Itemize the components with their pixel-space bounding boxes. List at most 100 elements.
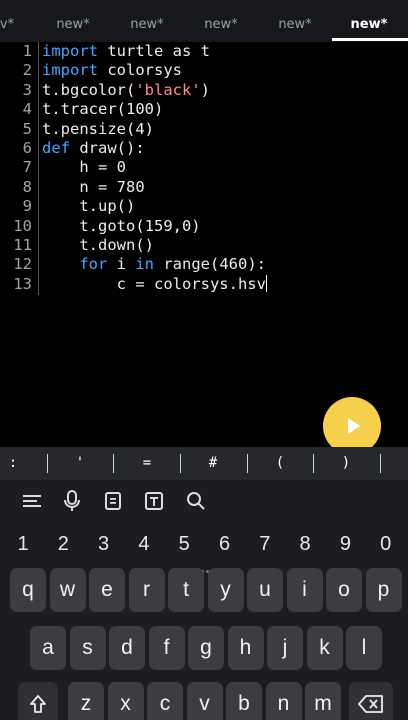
key-r[interactable]: r <box>128 568 165 612</box>
keyword-token: def <box>42 139 70 157</box>
code-text: c = colorsys.hsv <box>42 274 267 294</box>
code-line[interactable]: 10 t.goto(159,0) <box>0 217 408 236</box>
separator <box>113 454 114 473</box>
tab-4[interactable]: new* <box>184 0 258 40</box>
line-number: 12 <box>13 255 32 274</box>
code-line[interactable]: 9 t.up() <box>0 197 408 216</box>
code-token: draw(): <box>70 139 145 157</box>
key-y[interactable]: y <box>207 568 244 612</box>
on-screen-keyboard: 1234567890 qwertyuiop asdfghjkl zxcvbnm <box>0 480 408 720</box>
key-m[interactable]: m <box>305 682 341 720</box>
key-v[interactable]: v <box>186 682 223 720</box>
key-6[interactable]: 6 <box>205 528 245 560</box>
key-4[interactable]: 4 <box>124 528 164 560</box>
key-f[interactable]: f <box>148 626 185 670</box>
code-line[interactable]: 12 for i in range(460): <box>0 255 408 274</box>
tab-bar: v* new* new* new* new* new* <box>0 0 408 42</box>
code-line[interactable]: 5 t.pensize(4) <box>0 120 408 139</box>
code-token: n = 780 <box>42 177 145 196</box>
line-number: 1 <box>22 42 32 60</box>
key-5[interactable]: 5 <box>164 528 204 560</box>
key-s[interactable]: s <box>69 626 106 670</box>
code-line[interactable]: 6 def draw(): <box>0 139 408 158</box>
key-u[interactable]: u <box>247 568 283 612</box>
key-3[interactable]: 3 <box>84 528 124 560</box>
symbol-bar: : ' = # ( ) <box>0 447 408 480</box>
separator <box>247 454 248 473</box>
code-token: h = 0 <box>42 158 126 177</box>
key-8[interactable]: 8 <box>285 528 325 560</box>
tab-6-active[interactable]: new* <box>332 0 406 40</box>
symbol-key-hash[interactable]: # <box>183 447 243 480</box>
search-icon[interactable] <box>181 488 211 514</box>
symbol-key-equals[interactable]: = <box>117 447 177 480</box>
code-text: import turtle as t <box>42 42 210 61</box>
code-token: turtle as t <box>98 42 210 60</box>
key-t[interactable]: t <box>168 568 204 612</box>
code-line[interactable]: 4 t.tracer(100) <box>0 100 408 119</box>
menu-icon[interactable] <box>17 488 47 514</box>
tab-2[interactable]: new* <box>36 0 110 40</box>
key-h[interactable]: h <box>227 626 264 670</box>
key-k[interactable]: k <box>306 626 343 670</box>
key-o[interactable]: o <box>326 568 362 612</box>
line-number: 3 <box>22 80 32 99</box>
key-l[interactable]: l <box>346 626 382 670</box>
tab-5[interactable]: new* <box>258 0 332 40</box>
code-line[interactable]: 7 h = 0 <box>0 158 408 177</box>
clipboard-icon[interactable] <box>98 488 128 514</box>
keyword-token: import <box>42 61 98 80</box>
key-a[interactable]: a <box>30 626 66 670</box>
code-line[interactable]: 1 import turtle as t <box>0 42 408 61</box>
text-icon[interactable] <box>139 488 169 514</box>
key-p[interactable]: p <box>365 568 402 612</box>
code-editor[interactable]: 1 import turtle as t 2 import colorsys 3 t.bg… <box>0 42 408 447</box>
code-line[interactable]: 8 n = 780 <box>0 178 408 197</box>
separator <box>47 454 48 473</box>
key-2[interactable]: 2 <box>43 528 83 560</box>
separator <box>380 454 381 473</box>
key-e[interactable]: e <box>89 568 125 612</box>
key-7[interactable]: 7 <box>245 528 285 560</box>
backspace-key[interactable] <box>349 682 393 720</box>
key-b[interactable]: b <box>226 682 262 720</box>
line-number: 13 <box>13 274 32 293</box>
code-line[interactable]: 3 t.bgcolor('black') <box>0 81 408 100</box>
key-j[interactable]: j <box>267 626 303 670</box>
key-d[interactable]: d <box>109 626 145 670</box>
code-token: t.pensize(4) <box>42 119 154 138</box>
code-text: t.bgcolor('black') <box>42 81 210 100</box>
backspace-icon <box>358 695 383 713</box>
code-line[interactable]: 2 import colorsys <box>0 61 408 80</box>
symbol-key-close-paren[interactable]: ) <box>316 447 376 480</box>
symbol-key-quote[interactable]: ' <box>50 447 110 480</box>
key-i[interactable]: i <box>286 568 323 612</box>
key-q[interactable]: q <box>10 568 46 612</box>
symbol-key-colon[interactable]: : <box>0 447 43 480</box>
shift-key[interactable] <box>18 682 58 720</box>
separator <box>180 454 181 473</box>
code-line[interactable]: 11 t.down() <box>0 236 408 255</box>
symbol-key-open-paren[interactable]: ( <box>250 447 310 480</box>
key-w[interactable]: w <box>49 568 86 612</box>
code-text: t.tracer(100) <box>42 100 163 119</box>
code-line[interactable]: 13 c = colorsys.hsv <box>0 274 408 294</box>
string-token: 'black' <box>135 80 201 99</box>
line-number: 8 <box>22 177 32 196</box>
key-0[interactable]: 0 <box>366 528 406 560</box>
code-text: for i in range(460): <box>42 255 266 274</box>
microphone-icon[interactable] <box>57 488 87 514</box>
key-n[interactable]: n <box>265 682 302 720</box>
key-c[interactable]: c <box>147 682 183 720</box>
tab-3[interactable]: new* <box>110 0 184 40</box>
code-token: ) <box>200 80 210 99</box>
key-9[interactable]: 9 <box>325 528 365 560</box>
key-g[interactable]: g <box>188 626 224 670</box>
key-1[interactable]: 1 <box>3 528 43 560</box>
key-z[interactable]: z <box>68 682 104 720</box>
code-token: t.goto(159,0) <box>42 216 201 235</box>
line-number: 6 <box>22 139 32 157</box>
code-text: t.up() <box>42 197 135 216</box>
active-tab-indicator <box>332 38 408 41</box>
key-x[interactable]: x <box>107 682 144 720</box>
